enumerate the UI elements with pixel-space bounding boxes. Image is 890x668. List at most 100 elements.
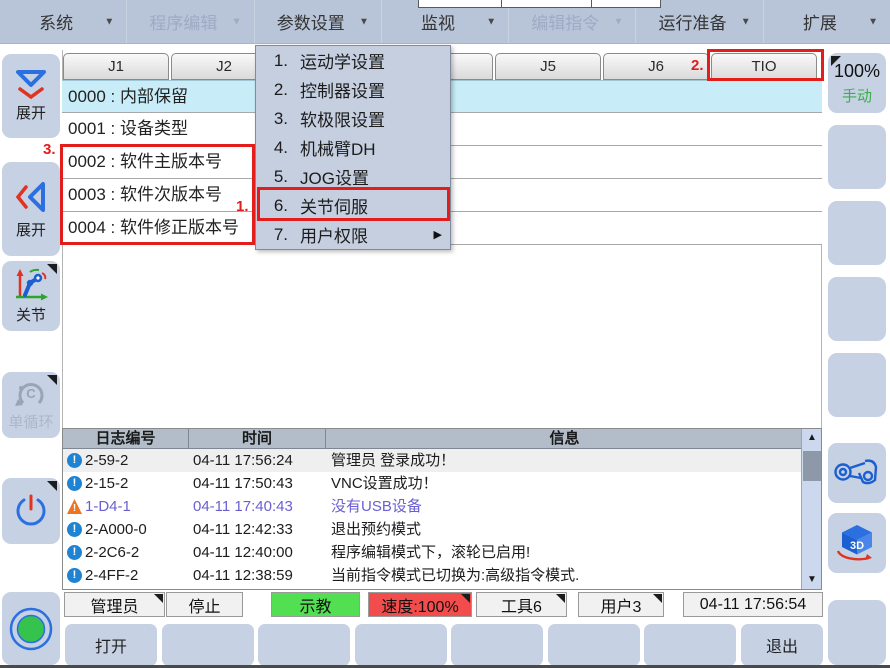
- log-id: 1-D4-1: [85, 495, 131, 518]
- log-row[interactable]: 2-59-2 04-11 17:56:24 管理员 登录成功！: [63, 449, 803, 472]
- corner-marker-icon: [47, 375, 57, 385]
- bottom-button-empty-3[interactable]: [355, 624, 447, 666]
- status-tool-label: 工具6: [501, 593, 542, 617]
- corner-marker-icon: [47, 264, 57, 274]
- menu-item-label: 运动学设置: [300, 48, 385, 73]
- corner-marker-icon: [653, 594, 662, 603]
- menu-item-number: 1.: [256, 51, 288, 71]
- menu-program-edit: 程序编辑: [127, 0, 254, 43]
- menu-item-number: 3.: [256, 109, 288, 129]
- bottom-button-empty-5[interactable]: [548, 624, 640, 666]
- power-button[interactable]: [2, 478, 60, 544]
- menu-edit-command-label: 编辑指令: [531, 9, 599, 34]
- view-3d-button[interactable]: 3D: [828, 513, 886, 573]
- status-datetime: 04-11 17:56:54: [683, 592, 823, 617]
- speed-mode-button[interactable]: 100% 手动: [828, 53, 886, 113]
- submenu-arrow-icon: [434, 228, 442, 241]
- scroll-down-icon[interactable]: [802, 571, 822, 589]
- log-header: 日志编号 时间 信息: [63, 429, 822, 449]
- status-user[interactable]: 管理员: [64, 592, 165, 617]
- log-row[interactable]: 2-2C6-2 04-11 12:40:00 程序编辑模式下，滚轮已启用!: [63, 541, 803, 564]
- status-user-label: 管理员: [90, 593, 138, 617]
- log-time: 04-11 17:56:24: [193, 449, 293, 472]
- log-row[interactable]: 2-A000-0 04-11 12:42:33 退出预约模式: [63, 518, 803, 541]
- exit-button[interactable]: 退出: [741, 624, 823, 666]
- expand-down-button[interactable]: 展开: [2, 54, 60, 138]
- bottom-button-empty-4[interactable]: [451, 624, 543, 666]
- hand-guide-button[interactable]: [828, 443, 886, 503]
- joint-mode-label: 关节: [16, 304, 46, 325]
- right-sidebar-button-empty-1[interactable]: [828, 125, 886, 189]
- tab-j5[interactable]: J5: [495, 53, 601, 80]
- menu-item-number: 4.: [256, 138, 288, 158]
- log-header-message: 信息: [326, 429, 803, 449]
- menu-item-number: 7.: [256, 225, 288, 245]
- bottom-button-empty-6[interactable]: [644, 624, 736, 666]
- log-row[interactable]: 2-15-2 04-11 17:50:43 VNC设置成功！: [63, 472, 803, 495]
- menu-item-label: 软极限设置: [300, 106, 385, 131]
- menu-parameter-settings-label: 参数设置: [277, 9, 345, 34]
- menu-item-soft-limit[interactable]: 3. 软极限设置: [256, 104, 450, 133]
- bottom-button-empty-1[interactable]: [162, 624, 254, 666]
- tab-tio-label: TIO: [752, 58, 777, 75]
- log-scrollbar[interactable]: [801, 429, 821, 589]
- scroll-up-icon[interactable]: [802, 429, 822, 447]
- menu-monitor-label: 监视: [421, 9, 455, 34]
- tab-j6-label: J6: [648, 58, 664, 75]
- menu-parameter-settings[interactable]: 参数设置: [255, 0, 382, 43]
- menu-item-controller[interactable]: 2. 控制器设置: [256, 75, 450, 104]
- expand-left-button[interactable]: 展开: [2, 162, 60, 256]
- menu-item-user-rights[interactable]: 7. 用户权限: [256, 220, 450, 249]
- right-sidebar-button-empty-4[interactable]: [828, 353, 886, 417]
- menu-system-label: 系统: [39, 9, 73, 34]
- status-teach-mode-label: 示教: [299, 593, 331, 617]
- parameter-settings-dropdown: 1. 运动学设置 2. 控制器设置 3. 软极限设置 4. 机械臂DH 5. J…: [255, 45, 451, 250]
- joint-mode-button[interactable]: 关节: [2, 261, 60, 331]
- manual-mode-label: 手动: [842, 85, 872, 106]
- status-datetime-label: 04-11 17:56:54: [700, 596, 806, 614]
- double-chevron-left-icon: [15, 178, 47, 216]
- log-row[interactable]: 1-D4-1 04-11 17:40:43 没有USB设备: [63, 495, 803, 518]
- menu-extend[interactable]: 扩展: [764, 0, 890, 43]
- power-icon: [13, 493, 49, 529]
- scroll-thumb[interactable]: [803, 451, 821, 481]
- start-button[interactable]: [2, 592, 60, 665]
- divider: [591, 0, 592, 7]
- log-row[interactable]: 2-4FF-2 04-11 12:38:59 当前指令模式已切换为:高级指令模式…: [63, 564, 803, 587]
- status-user-frame[interactable]: 用户3: [578, 592, 664, 617]
- divider: [501, 0, 502, 7]
- single-cycle-label: 单循环: [8, 411, 53, 432]
- right-sidebar-button-empty-2[interactable]: [828, 201, 886, 265]
- log-header-time: 时间: [189, 429, 326, 449]
- log-time: 04-11 17:50:43: [193, 472, 293, 495]
- log-id: 2-A000-0: [85, 518, 147, 541]
- log-message: VNC设置成功！: [331, 472, 438, 495]
- double-chevron-down-icon: [12, 69, 50, 99]
- status-speed[interactable]: 速度:100%: [368, 592, 472, 617]
- tab-tio[interactable]: TIO: [711, 53, 817, 80]
- status-run-state[interactable]: 停止: [166, 592, 243, 617]
- status-tool[interactable]: 工具6: [476, 592, 567, 617]
- right-sidebar-button-empty-5[interactable]: [828, 600, 886, 665]
- bottom-button-empty-2[interactable]: [258, 624, 350, 666]
- annotation-label-3: 3.: [43, 141, 56, 158]
- status-speed-label: 速度:100%: [381, 593, 458, 617]
- menu-item-arm-dh[interactable]: 4. 机械臂DH: [256, 133, 450, 162]
- tab-j1[interactable]: J1: [63, 53, 169, 80]
- log-time: 04-11 12:38:59: [193, 564, 293, 587]
- status-teach-mode[interactable]: 示教: [271, 592, 360, 617]
- open-button[interactable]: 打开: [65, 624, 157, 666]
- log-message: 退出预约模式: [331, 518, 421, 541]
- log-row-partial[interactable]: 新建文件: [63, 587, 803, 590]
- single-cycle-button: C 单循环: [2, 372, 60, 438]
- log-message: 没有USB设备: [331, 495, 422, 518]
- log-message: 管理员 登录成功！: [331, 449, 455, 472]
- menu-item-jog[interactable]: 5. JOG设置: [256, 162, 450, 191]
- menu-item-joint-servo[interactable]: 6. 关节伺服: [256, 191, 450, 220]
- menu-system[interactable]: 系统: [0, 0, 127, 43]
- log-time: 04-11 12:42:33: [193, 518, 293, 541]
- right-sidebar-button-empty-3[interactable]: [828, 277, 886, 341]
- menu-item-kinematics[interactable]: 1. 运动学设置: [256, 46, 450, 75]
- corner-marker-icon: [154, 594, 163, 603]
- log-time: 04-11 12:40:00: [193, 541, 293, 564]
